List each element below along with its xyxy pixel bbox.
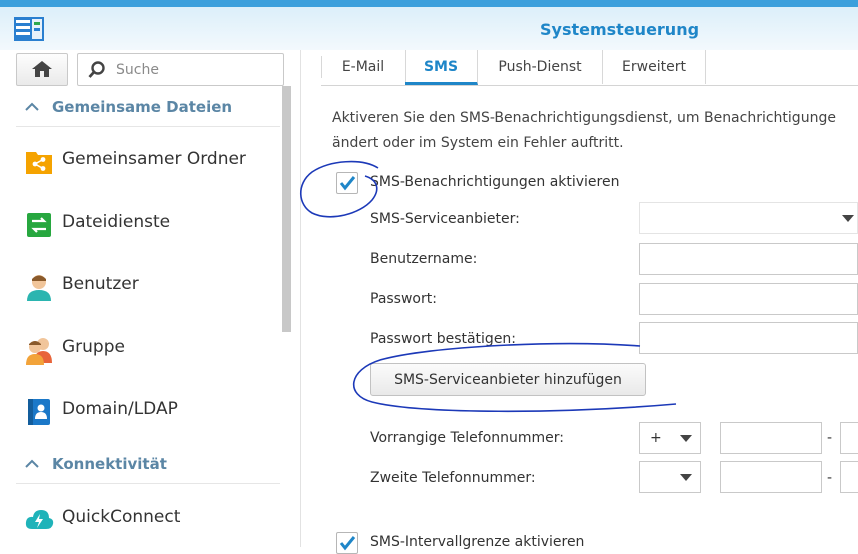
enable-interval-label: SMS-Intervallgrenze aktivieren bbox=[370, 534, 585, 550]
provider-select[interactable] bbox=[639, 202, 858, 234]
tab-push-service[interactable]: Push-Dienst bbox=[478, 50, 603, 84]
phone-separator: - bbox=[827, 430, 833, 446]
section-shared-files[interactable]: Gemeinsame Dateien bbox=[16, 90, 280, 127]
section-label: Konnektivität bbox=[52, 455, 167, 473]
sidebar-item-label: Benutzer bbox=[62, 274, 139, 294]
control-panel-icon bbox=[14, 17, 44, 41]
dropdown-arrow-icon bbox=[680, 435, 692, 442]
tab-sms[interactable]: SMS bbox=[405, 50, 478, 85]
chevron-up-icon bbox=[25, 102, 39, 111]
enable-sms-label: SMS-Benachrichtigungen aktivieren bbox=[370, 174, 620, 190]
phone-separator: - bbox=[827, 470, 833, 486]
sms-description: Aktiveren Sie den SMS-Benachrichtigungsd… bbox=[332, 106, 858, 156]
enable-interval-checkbox[interactable] bbox=[336, 532, 358, 554]
chevron-up-icon bbox=[25, 459, 39, 468]
username-input[interactable] bbox=[648, 246, 848, 274]
password-confirm-field[interactable] bbox=[639, 322, 858, 354]
quickconnect-icon bbox=[25, 510, 54, 529]
dropdown-arrow-icon bbox=[680, 474, 692, 481]
title-bar-accent bbox=[0, 0, 858, 7]
checkmark-icon bbox=[339, 536, 356, 551]
enable-sms-checkbox[interactable] bbox=[336, 172, 358, 194]
shared-folder-icon bbox=[26, 152, 52, 174]
home-icon bbox=[32, 61, 52, 77]
username-field[interactable] bbox=[639, 243, 858, 275]
search-box[interactable] bbox=[77, 53, 284, 86]
sidebar-scrollbar[interactable] bbox=[282, 86, 291, 332]
sidebar-item-label: QuickConnect bbox=[62, 507, 181, 527]
description-line: ändert oder im System ein Fehler auftrit… bbox=[332, 135, 624, 151]
password-input[interactable] bbox=[648, 286, 848, 314]
password-confirm-label: Passwort bestätigen: bbox=[370, 331, 517, 347]
main-panel: E-Mail SMS Push-Dienst Erweitert Aktiver… bbox=[301, 50, 858, 554]
tab-email[interactable]: E-Mail bbox=[321, 50, 406, 84]
secondary-phone-label: Zweite Telefonnummer: bbox=[370, 470, 536, 486]
section-connectivity[interactable]: Konnektivität bbox=[16, 447, 280, 484]
sidebar-item-label: Gruppe bbox=[62, 337, 125, 357]
sidebar-item-group[interactable]: Gruppe bbox=[16, 323, 280, 375]
provider-label: SMS-Serviceanbieter: bbox=[370, 211, 520, 227]
secondary-country-code-select[interactable] bbox=[639, 461, 701, 493]
password-confirm-input[interactable] bbox=[648, 325, 848, 353]
home-button[interactable] bbox=[16, 53, 68, 86]
search-icon bbox=[88, 61, 105, 78]
description-line: Aktiveren Sie den SMS-Benachrichtigungsd… bbox=[332, 110, 836, 126]
title-bar: Systemsteuerung bbox=[0, 0, 858, 50]
country-code-prefix: + bbox=[650, 430, 662, 446]
sidebar-item-shared-folder[interactable]: Gemeinsamer Ordner bbox=[16, 135, 280, 187]
username-label: Benutzername: bbox=[370, 251, 478, 267]
checkmark-icon bbox=[339, 176, 356, 191]
sidebar: Gemeinsame Dateien Gemeinsamer Ordner Da… bbox=[0, 50, 301, 547]
password-field[interactable] bbox=[639, 283, 858, 315]
section-label: Gemeinsame Dateien bbox=[52, 98, 233, 116]
sidebar-item-domain-ldap[interactable]: Domain/LDAP bbox=[16, 385, 280, 437]
sidebar-item-label: Gemeinsamer Ordner bbox=[62, 149, 246, 169]
user-icon bbox=[27, 275, 51, 301]
tab-advanced[interactable]: Erweitert bbox=[603, 50, 706, 84]
secondary-phone-area-field[interactable] bbox=[720, 461, 822, 493]
password-label: Passwort: bbox=[370, 291, 437, 307]
dropdown-arrow-icon bbox=[842, 215, 854, 222]
tab-bar: E-Mail SMS Push-Dienst Erweitert bbox=[321, 50, 858, 86]
sidebar-item-quickconnect[interactable]: QuickConnect bbox=[16, 493, 280, 545]
primary-phone-label: Vorrangige Telefonnummer: bbox=[370, 430, 565, 446]
primary-country-code-select[interactable]: + bbox=[639, 422, 701, 454]
primary-phone-area-field[interactable] bbox=[720, 422, 822, 454]
sidebar-item-label: Dateidienste bbox=[62, 212, 171, 232]
sidebar-item-label: Domain/LDAP bbox=[62, 399, 178, 419]
search-input[interactable] bbox=[114, 59, 278, 81]
group-icon bbox=[26, 338, 52, 365]
add-sms-provider-button[interactable]: SMS-Serviceanbieter hinzufügen bbox=[370, 363, 646, 396]
sidebar-item-user[interactable]: Benutzer bbox=[16, 260, 280, 312]
window-title: Systemsteuerung bbox=[540, 20, 700, 39]
secondary-phone-number-field[interactable] bbox=[840, 461, 858, 493]
sidebar-item-file-services[interactable]: Dateidienste bbox=[16, 198, 280, 250]
domain-ldap-icon bbox=[28, 399, 50, 425]
file-services-icon bbox=[27, 213, 51, 237]
primary-phone-number-field[interactable] bbox=[840, 422, 858, 454]
